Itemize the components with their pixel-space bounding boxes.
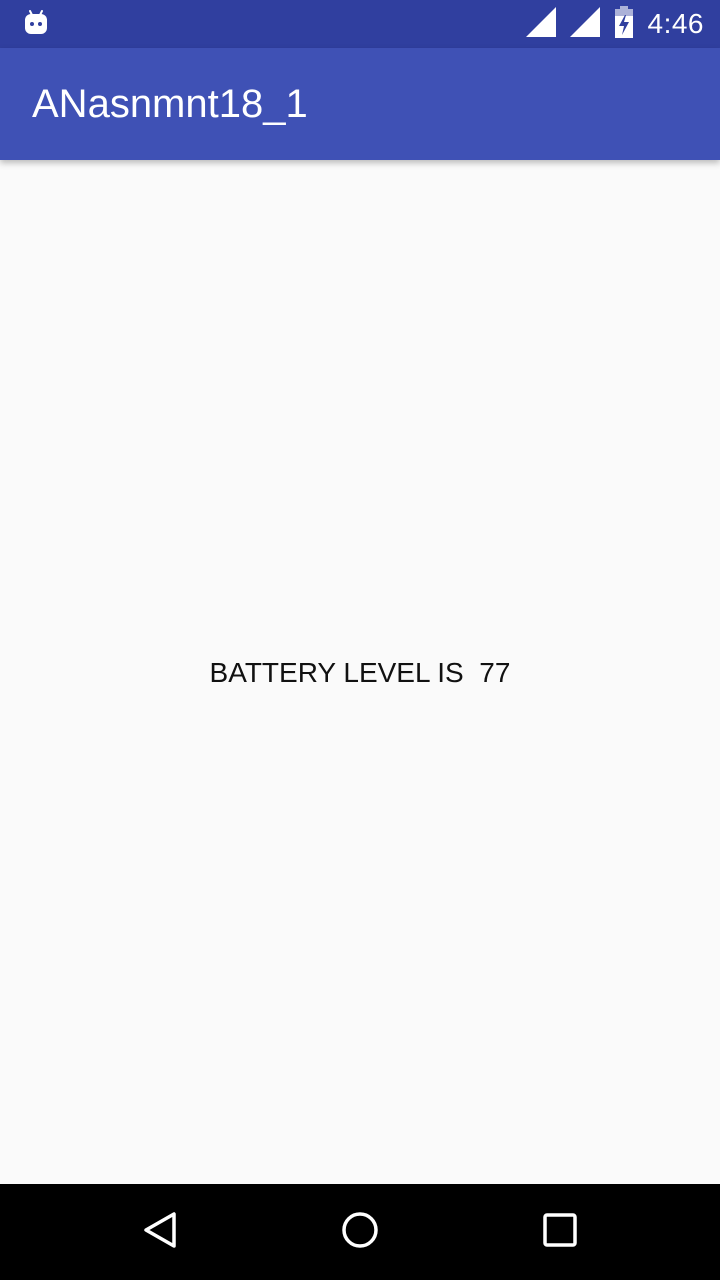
back-icon	[140, 1210, 180, 1255]
battery-charging-icon	[614, 5, 634, 43]
status-icons: 4:46	[525, 0, 705, 48]
recents-icon	[542, 1212, 578, 1253]
home-icon	[340, 1210, 380, 1255]
recents-button[interactable]	[512, 1184, 608, 1280]
battery-level-text: BATTERY LEVEL IS 77	[209, 657, 511, 688]
screen: 4:46 ANasnmnt18_1 BATTERY LEVEL IS 77	[0, 0, 720, 1280]
app-title: ANasnmnt18_1	[32, 82, 308, 126]
signal-icon	[569, 6, 600, 42]
home-button[interactable]	[312, 1184, 408, 1280]
status-bar: 4:46	[0, 0, 720, 48]
app-bar: ANasnmnt18_1	[0, 48, 720, 160]
main-content: BATTERY LEVEL IS 77	[0, 160, 720, 1184]
android-debug-icon	[24, 10, 48, 36]
nav-bar	[0, 1184, 720, 1280]
status-time: 4:46	[647, 8, 704, 39]
signal-icon	[525, 6, 556, 42]
back-button[interactable]	[112, 1184, 208, 1280]
